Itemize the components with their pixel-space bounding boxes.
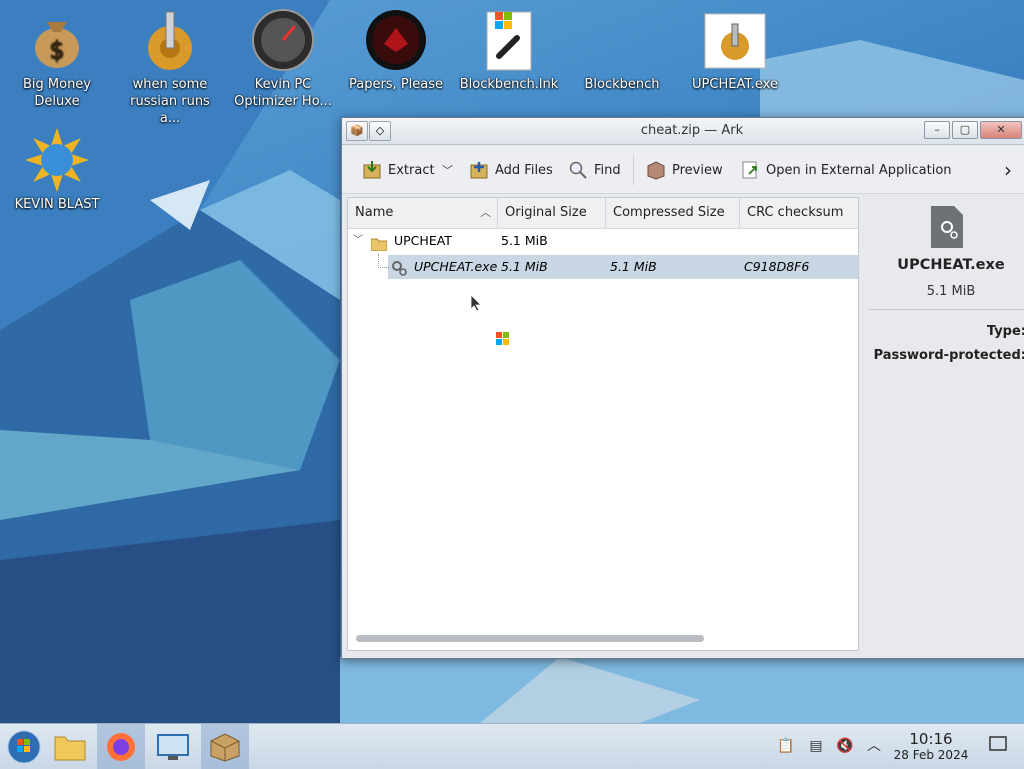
info-file-size: 5.1 MiB (926, 284, 976, 299)
ark-window[interactable]: 📦 ◇ cheat.zip — Ark – ▢ ✕ Extract ﹀ Add … (341, 117, 1024, 659)
svg-text:$: $ (49, 36, 64, 64)
external-app-icon (740, 160, 760, 180)
desktop-icon-kevin-blast[interactable]: KEVIN BLAST (5, 122, 109, 213)
column-original-size[interactable]: Original Size (498, 198, 606, 228)
clock[interactable]: 10:16 28 Feb 2024 (888, 731, 974, 763)
clipboard-icon[interactable]: 📋 (776, 736, 796, 756)
papers-please-icon (364, 8, 428, 72)
toolbar: Extract ﹀ Add Files Find Preview Open in… (342, 145, 1024, 194)
firefox-icon (107, 732, 135, 761)
find-button[interactable]: Find (568, 159, 621, 181)
column-compressed-size[interactable]: Compressed Size (606, 198, 740, 228)
preview-button[interactable]: Preview (646, 159, 723, 181)
taskbar-remote-desktop[interactable] (149, 724, 197, 769)
desktop-icon-big-money[interactable]: $ Big Money Deluxe (5, 2, 109, 110)
package-icon (210, 732, 240, 762)
search-icon (568, 160, 588, 180)
table-row[interactable]: UPCHEAT.exe 5.1 MiB 5.1 MiB C918D8F6 (348, 254, 858, 280)
show-desktop-icon[interactable] (988, 736, 1008, 756)
chevron-up-icon[interactable]: ︿ (864, 736, 884, 756)
title-bar[interactable]: 📦 ◇ cheat.zip — Ark – ▢ ✕ (342, 118, 1024, 145)
toolbar-overflow-button[interactable]: › (1004, 158, 1012, 182)
table-row[interactable]: ﹀ UPCHEAT 5.1 MiB (348, 228, 858, 254)
taskbar-firefox[interactable] (97, 724, 145, 769)
preview-icon (646, 160, 666, 180)
extract-icon (362, 160, 382, 180)
info-type-label: Type: (986, 324, 1024, 339)
blank-icon (590, 8, 654, 72)
archive-tree-view[interactable]: Name ︿ Original Size Compressed Size CRC… (347, 197, 859, 651)
windows-logo-icon (496, 332, 510, 350)
tree-line (378, 254, 389, 268)
info-password-label: Password-protected: (873, 348, 1024, 363)
close-button[interactable]: ✕ (980, 121, 1022, 139)
add-files-button[interactable]: Add Files (469, 159, 553, 181)
desktop-icon-papers-please[interactable]: Papers, Please (344, 2, 448, 93)
chevron-down-icon: ﹀ (442, 164, 453, 177)
desktop-icon-russian[interactable]: when some russian runs a... (118, 2, 222, 127)
upcheat-exe-icon (703, 8, 767, 72)
notes-icon[interactable]: ▤ (806, 736, 826, 756)
column-crc[interactable]: CRC checksum (740, 198, 858, 228)
column-name[interactable]: Name ︿ (348, 198, 498, 228)
monitor-icon (157, 733, 189, 760)
chevron-down-icon[interactable]: ﹀ (353, 228, 363, 254)
column-header: Name ︿ Original Size Compressed Size CRC… (348, 198, 858, 229)
mouse-cursor-icon (470, 294, 482, 316)
taskbar: 📋 ▤ 🔇 ︿ 10:16 28 Feb 2024 (0, 723, 1024, 769)
info-divider (868, 309, 1024, 310)
speedometer-icon (251, 8, 315, 72)
extract-dropdown[interactable]: ﹀ (442, 159, 453, 181)
clock-time: 10:16 (909, 730, 953, 748)
start-button[interactable] (0, 724, 48, 769)
money-bag-icon: $ (25, 8, 89, 72)
horizontal-scrollbar[interactable] (356, 635, 704, 642)
desktop-icon-upcheat[interactable]: UPCHEAT.exe (683, 2, 787, 93)
desktop-icon-blockbench[interactable]: Blockbench (570, 2, 674, 93)
start-orb-icon (7, 730, 41, 763)
taskbar-ark[interactable] (201, 724, 249, 769)
desktop-icon-kevin-pc[interactable]: Kevin PC Optimizer Ho... (231, 2, 335, 110)
chevron-right-icon: › (1004, 158, 1012, 182)
shortcut-chain-icon (477, 8, 541, 72)
desktop-icon-blockbench-lnk[interactable]: Blockbench.lnk (457, 2, 561, 93)
info-file-name: UPCHEAT.exe (897, 257, 1005, 273)
folder-icon (54, 736, 86, 760)
add-files-icon (469, 160, 489, 180)
gear-knife-icon (138, 8, 202, 72)
window-title: cheat.zip — Ark (640, 123, 744, 138)
info-panel: UPCHEAT.exe 5.1 MiB Type: Password-prote… (862, 197, 1024, 652)
taskbar-file-manager[interactable] (46, 724, 94, 769)
speaker-muted-icon[interactable]: 🔇 (835, 736, 855, 756)
file-gear-icon (930, 205, 964, 253)
maximize-button[interactable]: ▢ (952, 121, 978, 139)
extract-button[interactable]: Extract (362, 159, 435, 181)
sun-globe-icon (25, 128, 89, 192)
open-external-button[interactable]: Open in External Application (740, 159, 952, 181)
toolbar-separator (633, 155, 634, 185)
clock-date: 28 Feb 2024 (893, 748, 969, 762)
executable-gear-icon (391, 259, 407, 285)
minimize-button[interactable]: – (924, 121, 950, 139)
sort-ascending-icon: ︿ (480, 206, 491, 219)
